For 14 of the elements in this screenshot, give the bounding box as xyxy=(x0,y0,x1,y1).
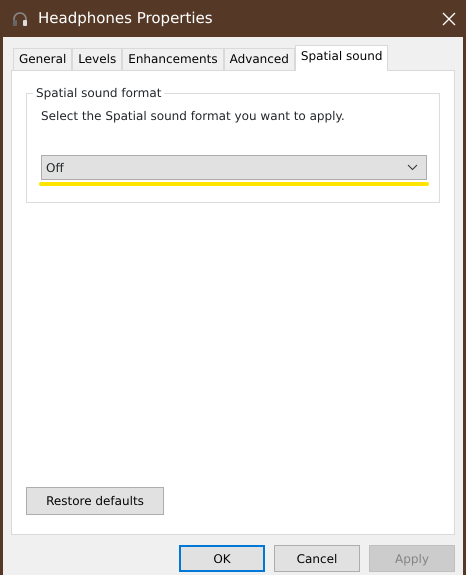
tab[interactable]: General xyxy=(13,48,72,70)
dialog-button[interactable]: Cancel xyxy=(274,545,360,572)
tab[interactable]: Spatial sound xyxy=(294,45,388,71)
dialog-button[interactable]: OK xyxy=(179,545,265,572)
tab[interactable]: Enhancements xyxy=(122,48,224,70)
chevron-icon xyxy=(407,164,418,171)
description-text: Select the Spatial sound format you want to apply. xyxy=(41,108,346,125)
close-icon[interactable] xyxy=(442,12,456,26)
window-title: Headphones Properties xyxy=(38,8,214,30)
headphones-icon xyxy=(12,10,28,26)
tab[interactable]: Advanced xyxy=(224,48,295,70)
restore-defaults-button[interactable]: Restore defaults xyxy=(26,487,164,515)
format-dropdown[interactable]: Off xyxy=(41,155,427,180)
tab[interactable]: Levels xyxy=(72,48,122,70)
